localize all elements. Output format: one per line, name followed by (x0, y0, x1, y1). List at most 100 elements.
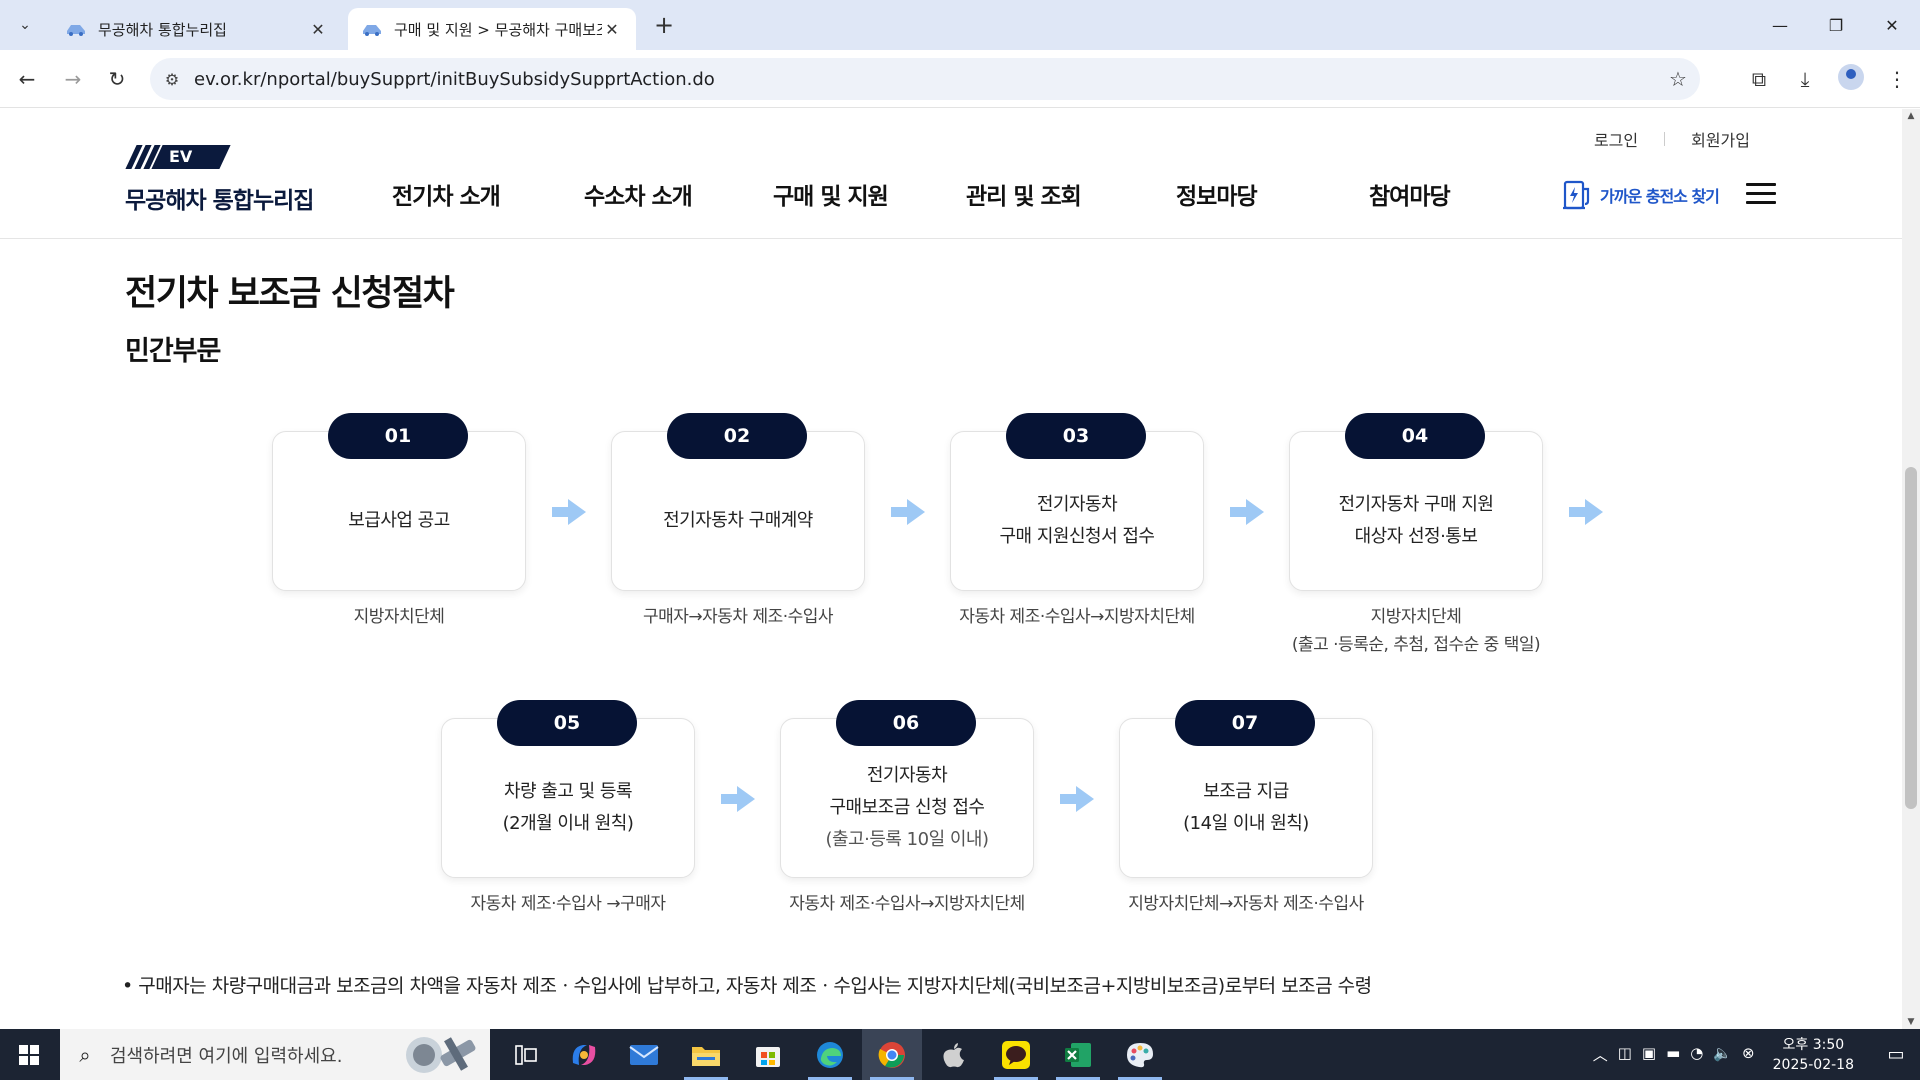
flow-arrow-icon (1569, 499, 1603, 525)
camera-icon[interactable]: ◫ (1618, 1044, 1632, 1065)
browser-tab-active[interactable]: 구매 및 지원 > 무공해차 구매보조금 ✕ (348, 8, 636, 50)
step-actor-line: 자동차 제조·수입사→지방자치단체 (959, 607, 1195, 627)
site-favicon-icon (363, 25, 381, 36)
edge-browser-icon[interactable] (800, 1029, 860, 1080)
excel-icon[interactable] (1048, 1029, 1108, 1080)
tab-list-button[interactable]: ⌄ (10, 10, 40, 40)
logo-name: 무공해차 통합누리집 (125, 188, 314, 214)
scroll-up-icon[interactable]: ▲ (1902, 111, 1920, 121)
extensions-icon[interactable]: ⧉ (1736, 67, 1782, 91)
nav-item-info[interactable]: 정보마당 (1176, 177, 1258, 211)
back-icon[interactable]: ← (12, 64, 42, 94)
chrome-browser-icon[interactable] (862, 1029, 922, 1080)
step-actor-line: 구매자→자동차 제조·수입사 (642, 607, 834, 627)
flow-arrow-icon (891, 499, 925, 525)
paint-app-icon[interactable] (1110, 1029, 1170, 1080)
charger-icon (1563, 180, 1590, 210)
flow-arrow-icon (721, 786, 755, 812)
browser-tab-bar: ⌄ 무공해차 통합누리집 ✕ 구매 및 지원 > 무공해차 구매보조금 ✕ + … (0, 0, 1920, 50)
step-actor: 지방자치단체 (212, 603, 586, 631)
login-link[interactable]: 로그인 (1594, 127, 1638, 151)
close-tab-icon[interactable]: ✕ (308, 20, 328, 39)
reload-icon[interactable]: ↻ (102, 64, 132, 94)
procedure-note: • 구매자는 차량구매대금과 보조금의 차액을 자동차 제조ㆍ수입사에 납부하고… (122, 975, 1372, 997)
step-actor: 자동차 제조·수입사 →구매자 (381, 890, 755, 918)
step-text: 전기자동차 (1036, 494, 1118, 515)
web-page: 로그인 회원가입 EV 무공해차 통합누리집 전기차 소개 수소차 소개 구매 … (0, 109, 1902, 1029)
windows-taskbar: ⌕ 검색하려면 여기에 입력하세요. ︿ ◫ ▣ ▬ ◔ 🔈 ⊗ 오후 3:50… (0, 1029, 1920, 1080)
meet-now-icon[interactable]: ▣ (1642, 1044, 1656, 1065)
restore-icon[interactable]: ❐ (1808, 0, 1864, 50)
step-text: 차량 출고 및 등록 (503, 781, 633, 802)
nav-item-participation[interactable]: 참여마당 (1369, 177, 1451, 211)
step-actor: 구매자→자동차 제조·수입사 (551, 603, 925, 631)
site-header: 로그인 회원가입 EV 무공해차 통합누리집 전기차 소개 수소차 소개 구매 … (0, 109, 1902, 239)
apple-app-icon[interactable] (924, 1029, 984, 1080)
input-indicator-icon[interactable]: ⊗ (1742, 1044, 1755, 1065)
taskbar-search-box[interactable]: ⌕ 검색하려면 여기에 입력하세요. (60, 1029, 490, 1080)
step-text: 보조금 지급 (1203, 781, 1289, 802)
close-tab-icon[interactable]: ✕ (602, 20, 622, 39)
all-menu-icon[interactable] (1746, 183, 1776, 205)
divider (1664, 132, 1666, 146)
tab-title: 구매 및 지원 > 무공해차 구매보조금 (394, 20, 602, 39)
tab-title: 무공해차 통합누리집 (98, 20, 227, 39)
profile-icon[interactable] (1828, 63, 1874, 95)
step-number-badge: 01 (328, 413, 468, 459)
close-window-icon[interactable]: ✕ (1864, 0, 1920, 50)
clock-time: 오후 3:50 (1782, 1036, 1845, 1053)
step-text: 보급사업 공고 (348, 510, 450, 531)
clock-date: 2025-02-18 (1772, 1056, 1854, 1073)
page-scrollbar[interactable]: ▲ ▼ (1902, 109, 1920, 1029)
scroll-down-icon[interactable]: ▼ (1902, 1017, 1920, 1027)
forward-icon[interactable]: → (58, 64, 88, 94)
kakaotalk-icon[interactable] (986, 1029, 1046, 1080)
step-text: 전기자동차 (866, 765, 948, 786)
copilot-icon[interactable] (554, 1029, 614, 1080)
browser-tab-home[interactable]: 무공해차 통합누리집 ✕ (52, 8, 342, 50)
find-charger-button[interactable]: 가까운 충전소 찾기 (1562, 179, 1720, 211)
nav-item-purchase-support[interactable]: 구매 및 지원 (773, 177, 889, 211)
mail-icon[interactable] (614, 1029, 674, 1080)
ev-logo-mark: EV (125, 145, 231, 171)
battery-icon[interactable]: ▬ (1666, 1044, 1680, 1065)
address-bar[interactable]: ⚙ ev.or.kr/nportal/buySupprt/initBuySubs… (150, 58, 1700, 100)
windows-start-icon[interactable] (0, 1029, 58, 1080)
step-text: 구매보조금 신청 접수 (829, 797, 985, 818)
site-logo[interactable]: EV 무공해차 통합누리집 (125, 145, 314, 215)
volume-icon[interactable]: 🔈 (1713, 1044, 1732, 1065)
nav-item-ev-intro[interactable]: 전기차 소개 (392, 177, 501, 211)
step-number-badge: 05 (497, 700, 637, 746)
signup-link[interactable]: 회원가입 (1691, 127, 1750, 151)
taskbar-clock[interactable]: 오후 3:50 2025-02-18 (1773, 1035, 1854, 1075)
site-favicon-icon (67, 25, 85, 36)
find-charger-label: 가까운 충전소 찾기 (1600, 187, 1720, 206)
system-tray: ︿ ◫ ▣ ▬ ◔ 🔈 ⊗ 오후 3:50 2025-02-18 ▭ (1593, 1029, 1920, 1080)
site-info-icon[interactable]: ⚙ (150, 70, 194, 89)
search-icon: ⌕ (79, 1042, 91, 1067)
microsoft-store-icon[interactable] (738, 1029, 798, 1080)
bookmark-star-icon[interactable]: ☆ (1656, 67, 1700, 91)
menu-kebab-icon[interactable]: ⋮ (1874, 67, 1920, 91)
step-text: (14일 이내 원칙) (1183, 813, 1309, 834)
step-actor-line: (출고 ·등록순, 추첨, 접수순 중 택일) (1291, 635, 1541, 655)
nav-item-hydrogen-intro[interactable]: 수소차 소개 (584, 177, 693, 211)
file-explorer-icon[interactable] (676, 1029, 736, 1080)
window-controls: — ❐ ✕ (1752, 0, 1920, 50)
step-actor: 지방자치단체→자동차 제조·수입사 (1059, 890, 1433, 918)
task-view-icon[interactable] (496, 1029, 556, 1080)
url-text[interactable]: ev.or.kr/nportal/buySupprt/initBuySubsid… (194, 69, 1656, 90)
nav-item-manage-inquiry[interactable]: 관리 및 조회 (966, 177, 1082, 211)
notification-icon[interactable]: ▭ (1872, 1044, 1920, 1065)
show-hidden-icons-chevron-icon[interactable]: ︿ (1593, 1044, 1608, 1065)
wifi-icon[interactable]: ◔ (1690, 1044, 1703, 1065)
step-actor: 자동차 제조·수입사→지방자치단체 (720, 890, 1094, 918)
step-text: (출고·등록 10일 이내) (825, 829, 989, 850)
scrollbar-thumb[interactable] (1905, 467, 1917, 809)
taskbar-search-placeholder[interactable]: 검색하려면 여기에 입력하세요. (110, 1042, 390, 1068)
download-icon[interactable]: ⤓ (1782, 67, 1828, 91)
step-number-badge: 07 (1175, 700, 1315, 746)
section-subtitle: 민간부문 (125, 336, 221, 367)
new-tab-button[interactable]: + (650, 11, 678, 39)
minimize-icon[interactable]: — (1752, 0, 1808, 50)
